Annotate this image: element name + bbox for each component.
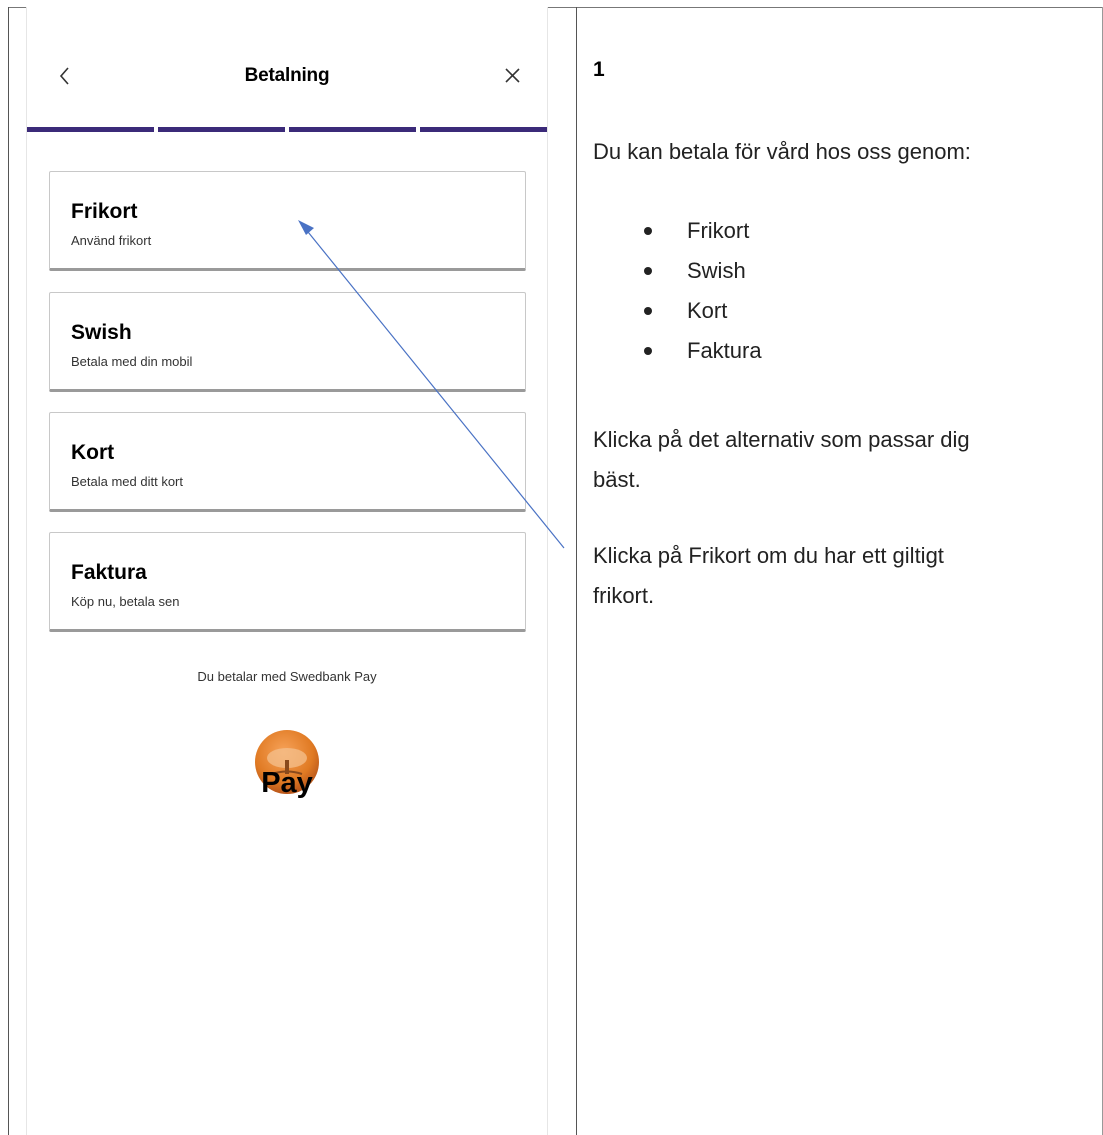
pay-logo-text: Pay [261, 767, 313, 799]
table-column-divider [576, 7, 577, 1135]
option-kort[interactable]: Kort Betala med ditt kort [49, 412, 526, 512]
frikort-line-1: Klicka på Frikort om du har ett giltigt [593, 543, 944, 568]
option-title: Swish [71, 321, 132, 344]
payment-methods-list: Frikort Swish Kort Faktura [640, 215, 762, 375]
table-left-border [8, 7, 9, 1135]
option-frikort[interactable]: Frikort Använd frikort [49, 171, 526, 271]
step-number: 1 [593, 58, 605, 81]
option-subtitle: Köp nu, betala sen [71, 594, 180, 609]
choose-line-2: bäst. [593, 467, 641, 492]
option-subtitle: Betala med ditt kort [71, 474, 183, 489]
option-subtitle: Använd frikort [71, 233, 152, 248]
list-item: Frikort [640, 215, 762, 255]
provider-note: Du betalar med Swedbank Pay [197, 669, 377, 684]
payment-screen: Betalning Frikort Använd frikort Swish B… [26, 7, 548, 1135]
progress-step [158, 127, 285, 132]
progress-step [420, 127, 547, 132]
frikort-instruction: Klicka på Frikort om du har ett giltigt … [593, 536, 1093, 616]
phone-header: Betalning [27, 53, 547, 103]
option-title: Kort [71, 441, 115, 464]
page-title: Betalning [244, 65, 330, 86]
progress-step [27, 127, 154, 132]
option-title: Frikort [71, 200, 138, 223]
option-subtitle: Betala med din mobil [71, 354, 193, 369]
list-item: Kort [640, 295, 762, 335]
option-faktura[interactable]: Faktura Köp nu, betala sen [49, 532, 526, 632]
list-item: Swish [640, 255, 762, 295]
close-icon [505, 68, 520, 83]
close-button[interactable] [501, 59, 525, 93]
option-title: Faktura [71, 561, 147, 584]
frikort-line-2: frikort. [593, 583, 655, 608]
progress-step [289, 127, 416, 132]
progress-bar [27, 127, 547, 132]
list-item: Faktura [640, 335, 762, 375]
option-swish[interactable]: Swish Betala med din mobil [49, 292, 526, 392]
choose-instruction: Klicka på det alternativ som passar dig … [593, 420, 1093, 500]
instruction-intro: Du kan betala för vård hos oss genom: [593, 139, 971, 164]
choose-line-1: Klicka på det alternativ som passar dig [593, 427, 970, 452]
